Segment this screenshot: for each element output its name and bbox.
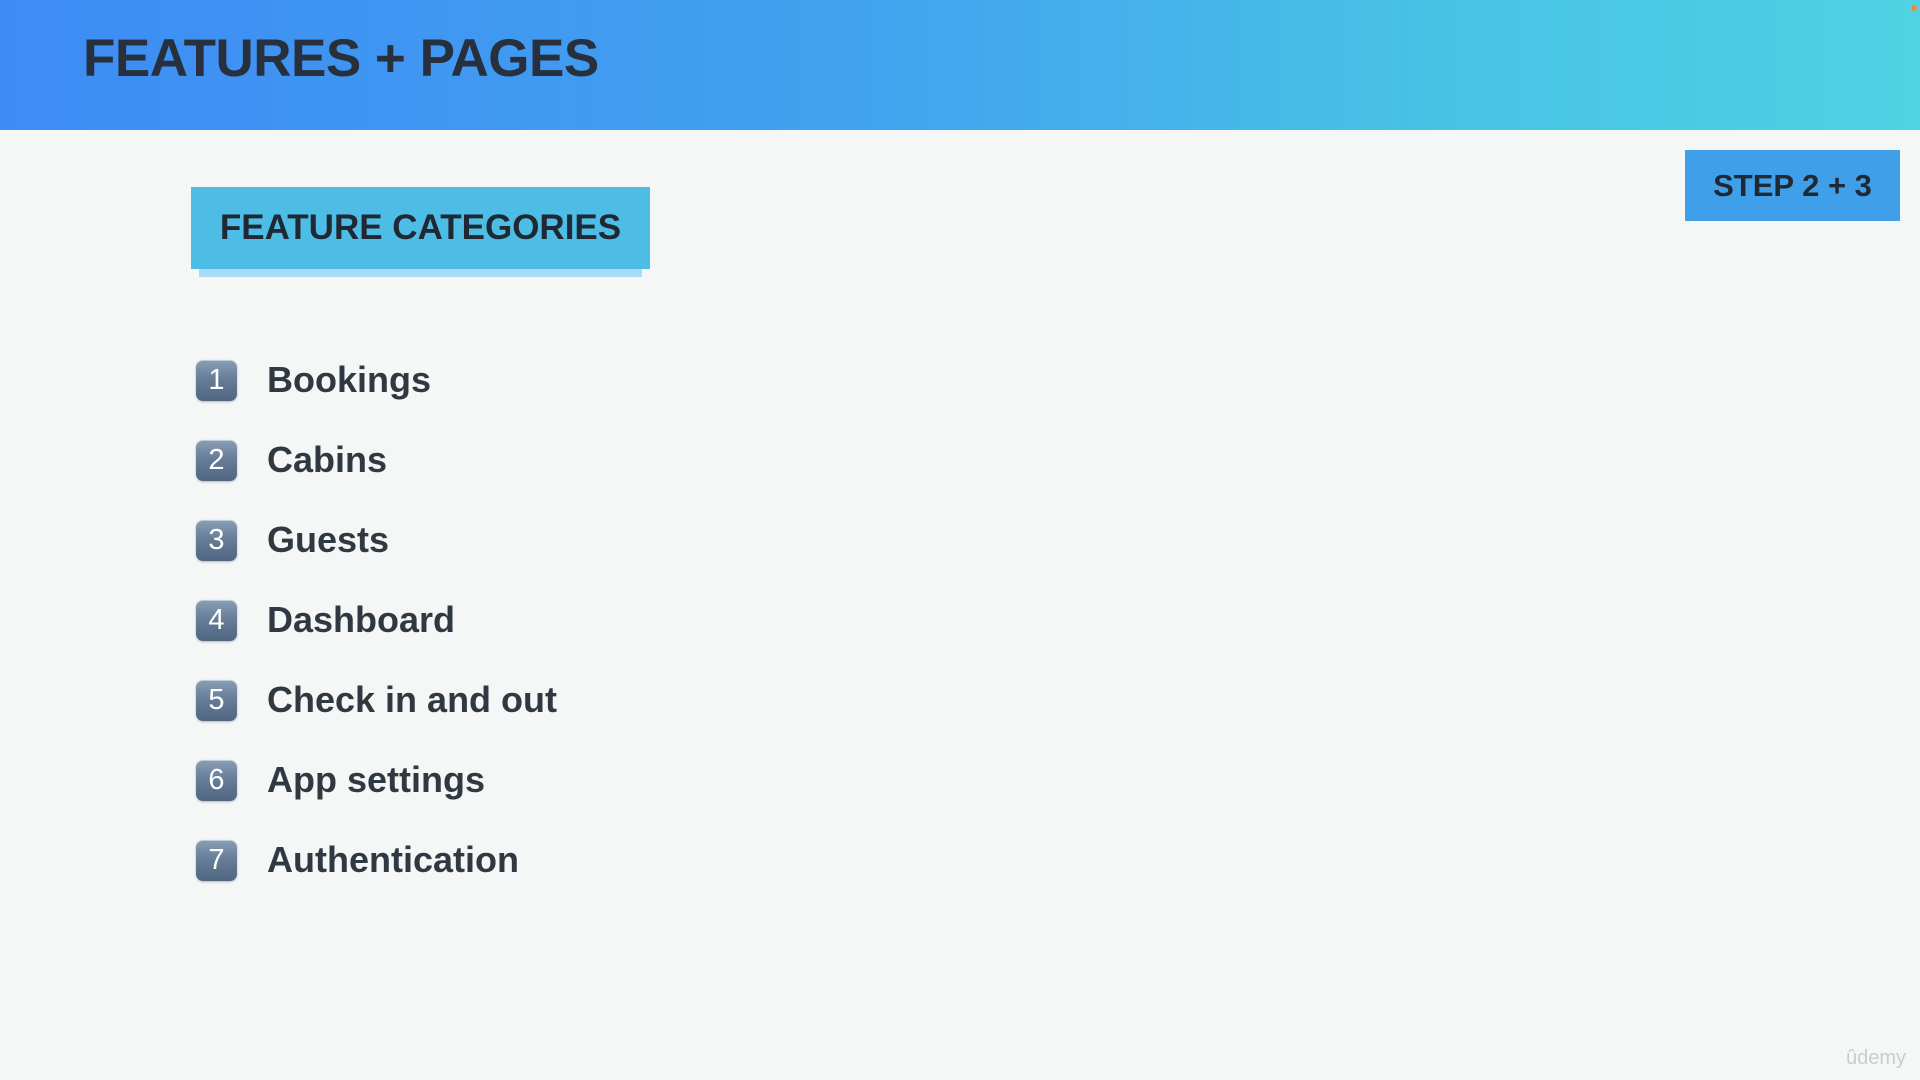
keycap-5-icon: 5 [196, 679, 237, 721]
keycap-7-icon: 7 [196, 839, 237, 881]
list-item-app-settings: 6 App settings [196, 740, 557, 820]
list-item-check-in-out: 5 Check in and out [196, 660, 557, 740]
feature-label: App settings [267, 759, 486, 800]
list-item-authentication: 7 Authentication [196, 820, 557, 900]
feature-label: Check in and out [267, 679, 558, 720]
feature-label: Dashboard [267, 599, 456, 640]
list-item-cabins: 2 Cabins [196, 420, 557, 500]
keycap-1-icon: 1 [196, 359, 237, 401]
udemy-watermark: ûdemy [1845, 1047, 1906, 1069]
feature-categories-heading: FEATURE CATEGORIES [191, 187, 650, 269]
keycap-2-icon: 2 [196, 439, 237, 481]
list-item-guests: 3 Guests [196, 500, 557, 580]
list-item-dashboard: 4 Dashboard [196, 580, 557, 660]
corner-indicator-dot [1911, 5, 1917, 11]
list-item-bookings: 1 Bookings [196, 340, 557, 420]
feature-label: Authentication [267, 839, 519, 880]
keycap-6-icon: 6 [196, 759, 237, 801]
feature-label: Guests [267, 519, 390, 560]
header-banner: FEATURES + PAGES [0, 0, 1920, 130]
step-badge: STEP 2 + 3 [1685, 150, 1900, 221]
feature-label: Bookings [267, 359, 432, 400]
keycap-4-icon: 4 [196, 599, 237, 641]
feature-label: Cabins [267, 439, 388, 480]
slide: FEATURES + PAGES STEP 2 + 3 FEATURE CATE… [0, 0, 1920, 1080]
feature-categories-label: FEATURE CATEGORIES [191, 187, 650, 277]
page-title: FEATURES + PAGES [83, 29, 599, 88]
keycap-3-icon: 3 [196, 519, 237, 561]
feature-list: 1 Bookings 2 Cabins 3 Guests 4 Dashboard… [196, 340, 557, 900]
